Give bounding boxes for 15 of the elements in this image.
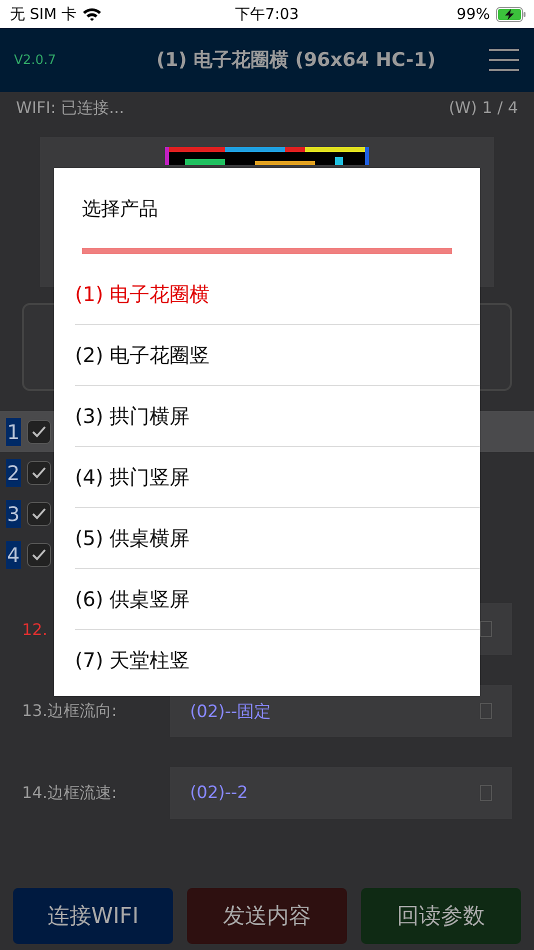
dialog-title: 选择产品	[82, 197, 158, 220]
header-title: (1) 电子花圈横 (96x64 HC-1)	[155, 48, 437, 73]
wifi-status: WIFI: 已连接...	[16, 98, 124, 119]
battery-percent: 99%	[456, 5, 490, 23]
page-counter: (W) 1 / 4	[448, 98, 518, 119]
line-number: 2	[6, 458, 21, 486]
setting-label: 13.边框流向:	[22, 700, 118, 722]
clock: 下午7:03	[235, 4, 299, 24]
setting-label: 14.边框流速:	[22, 782, 118, 804]
line-number: 3	[6, 500, 21, 528]
version-label: V2.0.7	[14, 52, 57, 68]
line-number: 4	[6, 540, 21, 568]
carrier-label: 无 SIM 卡	[10, 4, 76, 24]
setting-label: 12.	[22, 620, 48, 638]
line-number: 1	[6, 418, 21, 446]
